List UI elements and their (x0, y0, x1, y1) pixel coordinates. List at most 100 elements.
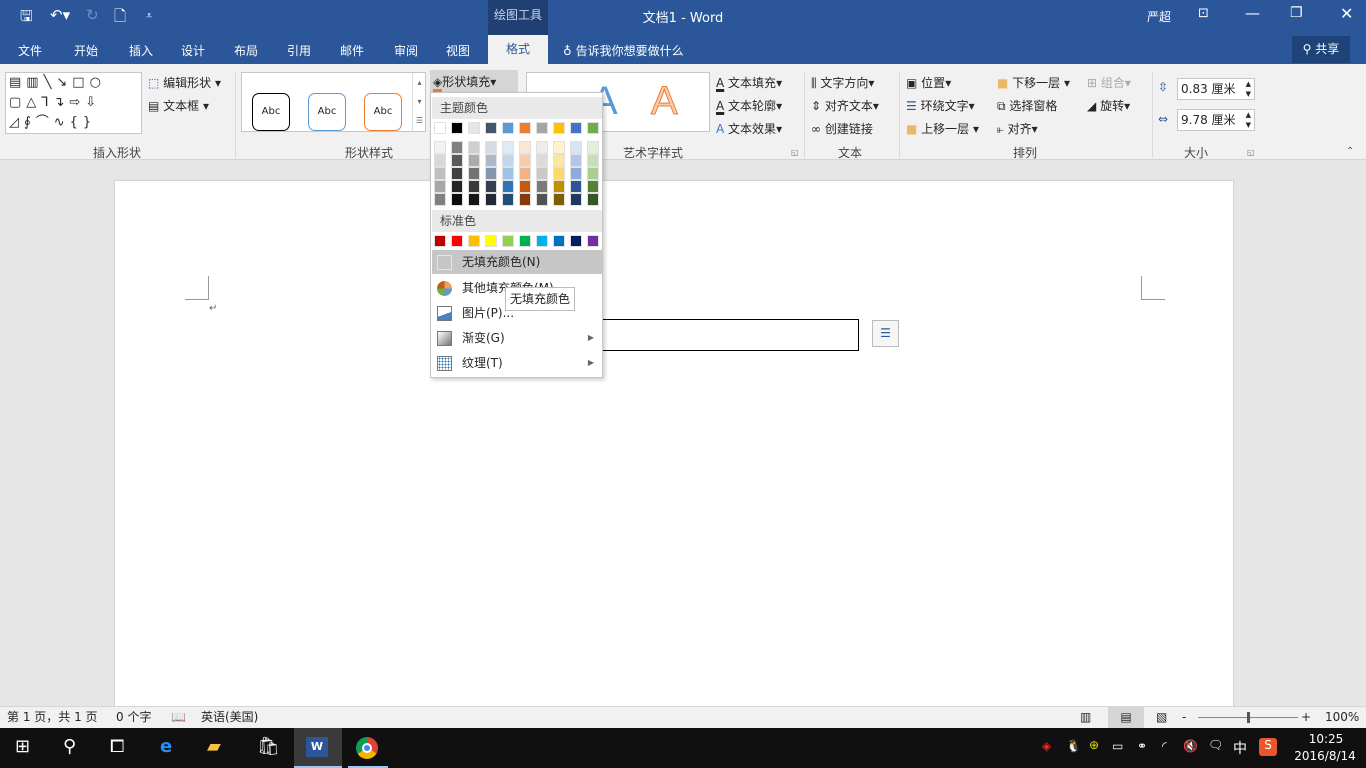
theme-shade-swatch[interactable] (434, 167, 446, 180)
store-icon[interactable]: 🛍 (257, 736, 280, 757)
theme-color-swatch[interactable] (587, 122, 599, 134)
theme-shade-swatch[interactable] (468, 167, 480, 180)
theme-shade-swatch[interactable] (519, 141, 531, 154)
tab-layout[interactable]: 布局 (234, 42, 258, 59)
theme-shade-swatch[interactable] (468, 141, 480, 154)
text-box-button[interactable]: ▤ 文本框 ▾ (148, 97, 209, 114)
style-preset-blue[interactable]: Abc (308, 93, 346, 131)
minimize-icon[interactable]: — (1245, 4, 1260, 22)
collapse-ribbon-icon[interactable]: ⌃ (1346, 146, 1354, 157)
theme-shade-swatch[interactable] (434, 180, 446, 193)
web-layout-icon[interactable]: ▧ (1156, 707, 1167, 728)
standard-color-swatch[interactable] (587, 235, 599, 247)
edit-shape-button[interactable]: ⬚ 编辑形状 ▾ (148, 74, 221, 91)
theme-shade-swatch[interactable] (502, 167, 514, 180)
qq-icon[interactable]: 🐧 (1066, 739, 1081, 753)
theme-shade-swatch[interactable] (451, 141, 463, 154)
theme-shade-swatch[interactable] (570, 141, 582, 154)
theme-shade-swatch[interactable] (502, 180, 514, 193)
theme-shade-swatch[interactable] (519, 154, 531, 167)
chrome-taskbar-button[interactable] (348, 728, 388, 768)
save-icon[interactable]: 🖫 (20, 6, 33, 31)
wrap-text-button[interactable]: ☰ 环绕文字▾ (906, 97, 975, 114)
share-button[interactable]: ⚲ 共享 (1292, 36, 1350, 63)
theme-color-swatch[interactable] (468, 122, 480, 134)
theme-shade-swatch[interactable] (485, 141, 497, 154)
gallery-scroll[interactable]: ▴ ▾ ☰ (412, 73, 426, 131)
text-direction-button[interactable]: ⫼ 文字方向▾ (811, 74, 874, 91)
standard-color-swatch[interactable] (536, 235, 548, 247)
zoom-in-button[interactable]: + (1301, 707, 1311, 728)
shape-fill-button[interactable]: ◈形状填充▾ (430, 70, 518, 92)
shape-styles-gallery[interactable]: Abc Abc Abc ▴ ▾ ☰ (241, 72, 426, 132)
wifi-icon[interactable]: ◜ (1162, 739, 1167, 753)
file-explorer-icon[interactable]: ▰ (207, 736, 221, 757)
theme-shade-swatch[interactable] (502, 154, 514, 167)
standard-color-swatch[interactable] (519, 235, 531, 247)
theme-shade-swatch[interactable] (434, 154, 446, 167)
theme-shade-swatch[interactable] (451, 167, 463, 180)
theme-shade-swatch[interactable] (587, 141, 599, 154)
theme-shade-swatch[interactable] (570, 167, 582, 180)
page-count[interactable]: 第 1 页，共 1 页 (7, 707, 98, 728)
theme-shade-swatch[interactable] (570, 193, 582, 206)
theme-shade-swatch[interactable] (519, 193, 531, 206)
theme-shade-swatch[interactable] (536, 154, 548, 167)
dialog-launcher-icon[interactable]: ◱ (1247, 148, 1255, 157)
theme-shade-swatch[interactable] (519, 167, 531, 180)
theme-shade-swatch[interactable] (553, 141, 565, 154)
theme-color-swatch[interactable] (536, 122, 548, 134)
language-indicator[interactable]: 英语(美国) (201, 707, 258, 728)
close-icon[interactable]: ✕ (1340, 4, 1353, 23)
tray-app-icon[interactable]: ◈ (1042, 739, 1051, 753)
send-backward-button[interactable]: ■ 下移一层 ▾ (997, 74, 1070, 91)
restore-icon[interactable]: ❐ (1290, 5, 1303, 21)
redo-icon[interactable]: ↻ (86, 6, 99, 24)
theme-color-swatch[interactable] (570, 122, 582, 134)
tab-design[interactable]: 设计 (181, 42, 205, 59)
dialog-launcher-icon[interactable]: ◱ (791, 148, 799, 157)
theme-shade-swatch[interactable] (502, 193, 514, 206)
tab-insert[interactable]: 插入 (129, 42, 153, 59)
task-view-icon[interactable]: ⧠ (110, 736, 124, 757)
theme-color-swatch[interactable] (519, 122, 531, 134)
theme-shade-swatch[interactable] (519, 180, 531, 193)
texture-fill-menu-item[interactable]: 纹理(T) ▶ (432, 351, 602, 375)
edge-browser-icon[interactable]: e (160, 736, 172, 757)
theme-shade-swatch[interactable] (485, 193, 497, 206)
new-document-icon[interactable]: 🗋 (114, 6, 126, 31)
theme-shade-swatch[interactable] (553, 167, 565, 180)
ribbon-display-options-icon[interactable]: ⊡ (1198, 6, 1209, 21)
theme-color-swatch[interactable] (502, 122, 514, 134)
zoom-slider[interactable] (1198, 712, 1298, 723)
theme-color-swatch[interactable] (451, 122, 463, 134)
shape-width-input[interactable]: 9.78 厘米 ▲ ▼ (1177, 109, 1255, 131)
bring-forward-button[interactable]: ■ 上移一层 ▾ (906, 120, 979, 137)
theme-shade-swatch[interactable] (468, 180, 480, 193)
theme-color-swatch[interactable] (485, 122, 497, 134)
tab-review[interactable]: 审阅 (394, 42, 418, 59)
tab-references[interactable]: 引用 (287, 42, 311, 59)
sogou-input-icon[interactable]: S (1259, 738, 1277, 756)
read-mode-icon[interactable]: ▥ (1080, 707, 1091, 728)
theme-shade-swatch[interactable] (587, 167, 599, 180)
shapes-gallery[interactable]: ▤▥╲↘□○ ▢△⅂↴⇨⇩ ◿∮⌒∿{} (5, 72, 142, 134)
tell-me-search[interactable]: ♁ 告诉我你想要做什么 (563, 42, 684, 59)
tab-format[interactable]: 格式 (488, 35, 548, 64)
undo-icon[interactable]: ↶▾ (50, 6, 70, 24)
theme-shade-swatch[interactable] (536, 193, 548, 206)
theme-shade-swatch[interactable] (485, 154, 497, 167)
tray-plus-icon[interactable]: ⊕ (1089, 738, 1099, 752)
zoom-slider-thumb[interactable] (1247, 712, 1250, 723)
style-preset-orange[interactable]: Abc (364, 93, 402, 131)
align-text-button[interactable]: ⇕ 对齐文本▾ (811, 97, 879, 114)
theme-shade-swatch[interactable] (451, 154, 463, 167)
no-fill-menu-item[interactable]: 无填充颜色(N) (432, 250, 602, 274)
print-layout-icon[interactable]: ▤ (1108, 707, 1144, 728)
theme-shade-swatch[interactable] (434, 141, 446, 154)
word-count[interactable]: 0 个字 (116, 707, 151, 728)
theme-shade-swatch[interactable] (502, 141, 514, 154)
create-link-button[interactable]: ∞ 创建链接 (811, 120, 873, 137)
theme-shade-swatch[interactable] (587, 193, 599, 206)
theme-shade-swatch[interactable] (485, 180, 497, 193)
